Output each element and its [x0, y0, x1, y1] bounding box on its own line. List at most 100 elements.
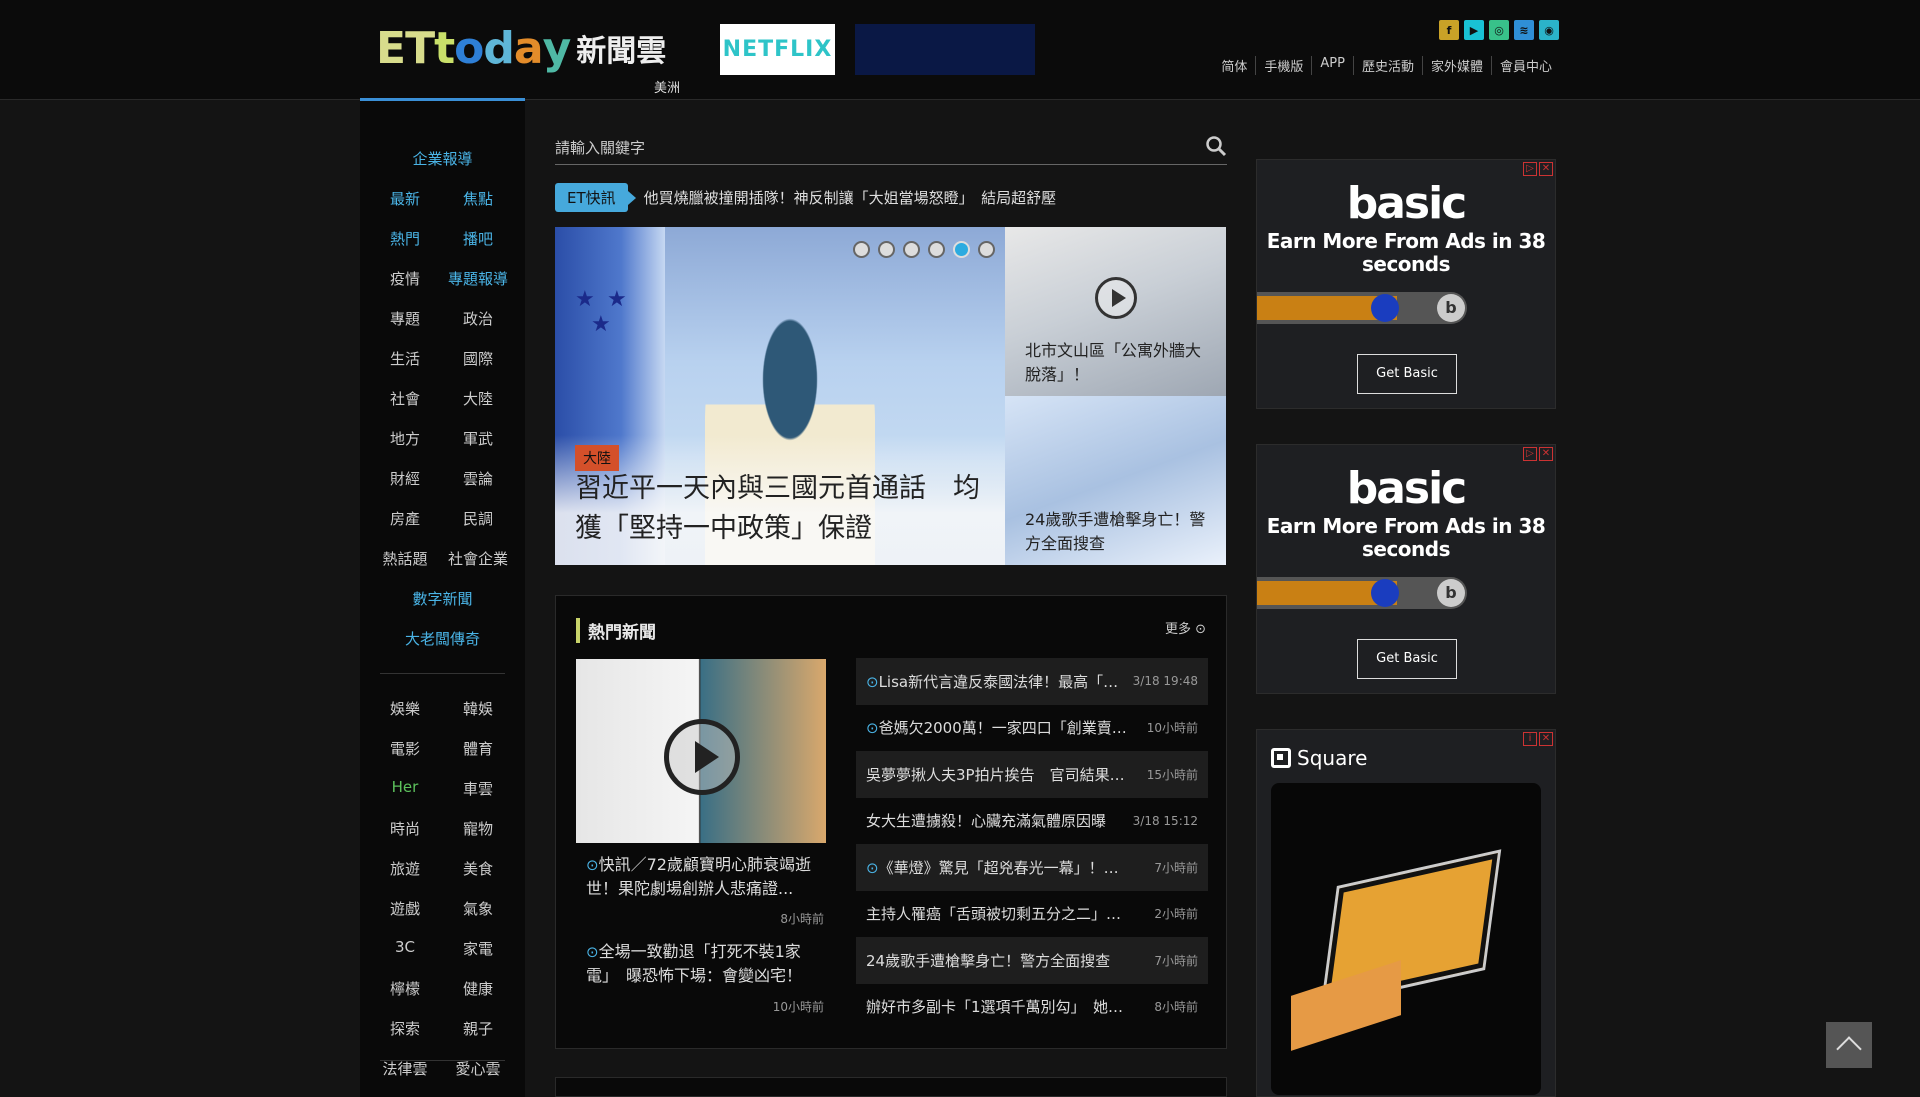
flash-headline[interactable]: 他買燒臘被撞開插隊！神反制讓「大姐當場怒瞪」 結局超舒壓 — [644, 187, 1057, 208]
sidebar-item[interactable]: 軍武 — [428, 428, 528, 449]
sidebar-item[interactable]: 家電 — [428, 938, 528, 959]
hot-left-story-2[interactable]: ⊙全場一致勸退「打死不裝1家電」 曝恐怖下場：會變凶宅！ — [586, 940, 818, 988]
ad-info-icon[interactable]: ▷ — [1523, 162, 1537, 176]
sidebar-item[interactable]: 氣象 — [428, 898, 528, 919]
top-ad-banner[interactable] — [855, 24, 1035, 75]
ad-headline: Earn More From Ads in 38 seconds — [1266, 229, 1546, 276]
sidebar-item[interactable]: 社會企業 — [428, 548, 528, 569]
hero-category-badge[interactable]: 大陸 — [575, 445, 619, 471]
hot-list-item-time: 2小時前 — [1154, 907, 1198, 922]
sidebar-item-corporate[interactable]: 企業報導 — [360, 148, 525, 169]
sidebar-item[interactable]: 民調 — [428, 508, 528, 529]
carousel-dot[interactable] — [928, 241, 945, 258]
back-to-top-button[interactable] — [1826, 1022, 1872, 1068]
hot-list-item-title: ⊙爸媽欠2000萬！一家四口「創業賣… — [866, 717, 1127, 738]
hot-left-story-1[interactable]: ⊙快訊／72歲顧寶明心肺衰竭逝世！果陀劇場創辦人悲痛證... — [586, 853, 818, 901]
square-logo: Square — [1271, 746, 1367, 770]
hot-list-item-title: 主持人罹癌「舌頭被切剩五分之二」… — [866, 903, 1121, 924]
play-circle-icon: ⊙ — [586, 943, 599, 961]
hot-list-item-title: 辦好市多副卡「1選項千萬別勾」 她… — [866, 996, 1123, 1017]
side-story-1-title[interactable]: 北市文山區「公寓外牆大脫落」！ — [1025, 339, 1215, 387]
top-nav: 简体 手機版 APP 歷史活動 家外媒體 會員中心 — [1213, 56, 1560, 75]
hot-list-item-time: 7小時前 — [1154, 953, 1198, 968]
hot-list-item[interactable]: 辦好市多副卡「1選項千萬別勾」 她… 8小時前 — [856, 984, 1208, 1031]
hot-list-item[interactable]: 主持人罹癌「舌頭被切剩五分之二」… 2小時前 — [856, 891, 1208, 938]
nav-member-center[interactable]: 會員中心 — [1490, 56, 1560, 75]
sidebar-item[interactable]: 體育 — [428, 738, 528, 759]
rss-icon[interactable]: ≋ — [1514, 20, 1534, 40]
hot-list-item-time: 8小時前 — [1154, 1000, 1198, 1015]
search-bar[interactable]: 請輸入關鍵字 — [555, 131, 1227, 165]
carousel-dot[interactable] — [903, 241, 920, 258]
sidebar-item[interactable]: 親子 — [428, 1018, 528, 1039]
hot-list-item[interactable]: ⊙《華燈》驚見「超兇春光一幕」！… 7小時前 — [856, 844, 1208, 891]
basic-ad-1[interactable]: ▷ ✕ basic Earn More From Ads in 38 second… — [1256, 159, 1556, 409]
sidebar-item[interactable]: 車雲 — [428, 778, 528, 799]
hero-side-story-1[interactable]: 北市文山區「公寓外牆大脫落」！ — [1005, 227, 1226, 396]
netflix-ad-banner[interactable]: NETFLIX — [720, 24, 835, 75]
hot-list-item[interactable]: 吳夢夢揪人夫3P拍片挨告 官司結果… 15小時前 — [856, 751, 1208, 798]
more-link[interactable]: 更多 ⊙ — [1165, 618, 1206, 637]
sidebar-item-special[interactable]: 數字新聞 — [360, 588, 525, 609]
ad-info-icon[interactable]: i — [1523, 732, 1537, 746]
hot-news-title: 熱門新聞 — [576, 618, 656, 643]
carousel-dot[interactable] — [853, 241, 870, 258]
arrow-circle-icon: ⊙ — [1195, 622, 1206, 637]
hot-video-thumbnail[interactable] — [576, 659, 826, 843]
hot-list-item-time: 3/18 15:12 — [1132, 813, 1198, 828]
weibo-icon[interactable]: ◉ — [1539, 20, 1559, 40]
hero-slide[interactable]: ★ ★ ★ 大陸 習近平一天內與三國元首通話 均獲「堅持一中政策」保證 — [555, 227, 1005, 565]
sidebar-item[interactable]: 美食 — [428, 858, 528, 879]
carousel-dots — [853, 241, 995, 258]
facebook-icon[interactable]: f — [1439, 20, 1459, 40]
search-input[interactable]: 請輸入關鍵字 — [555, 137, 645, 158]
sidebar-item[interactable]: 播吧 — [428, 228, 528, 249]
sidebar-item[interactable]: 國際 — [428, 348, 528, 369]
basic-ad-2[interactable]: ▷ ✕ basic Earn More From Ads in 38 second… — [1256, 444, 1556, 694]
category-sidebar: 企業報導 最新 焦點 熱門 播吧 疫情 專題報導 專題 政治 生活 國際 社會 大陸 地方 軍武 財經 雲論 房產… — [360, 101, 525, 1097]
nav-outdoor-media[interactable]: 家外媒體 — [1421, 56, 1491, 75]
sidebar-item[interactable]: 政治 — [428, 308, 528, 329]
youtube-icon[interactable]: ▶ — [1464, 20, 1484, 40]
star-icon: ★ — [575, 287, 595, 312]
get-basic-button[interactable]: Get Basic — [1357, 354, 1457, 394]
sidebar-item[interactable]: 專題報導 — [428, 268, 528, 289]
sidebar-item[interactable]: 焦點 — [428, 188, 528, 209]
close-icon[interactable]: ✕ — [1539, 732, 1553, 746]
instagram-icon[interactable]: ◎ — [1489, 20, 1509, 40]
hot-list-item[interactable]: ⊙Lisa新代言違反泰國法律！最高「… 3/18 19:48 — [856, 658, 1208, 705]
nav-app[interactable]: APP — [1311, 56, 1353, 75]
hero-title[interactable]: 習近平一天內與三國元首通話 均獲「堅持一中政策」保證 — [575, 469, 995, 549]
side-story-2-title[interactable]: 24歲歌手遭槍擊身亡！警方全面搜查 — [1025, 508, 1215, 556]
hot-list-item-text: 女大生遭擄殺！心臟充滿氣體原因曝 — [866, 812, 1107, 831]
ad-info-icon[interactable]: ▷ — [1523, 447, 1537, 461]
hot-news-list: ⊙Lisa新代言違反泰國法律！最高「… 3/18 19:48 ⊙爸媽欠2000萬！一… — [856, 658, 1208, 1030]
get-basic-button[interactable]: Get Basic — [1357, 639, 1457, 679]
next-section — [555, 1077, 1227, 1097]
square-icon — [1271, 748, 1291, 768]
sidebar-item[interactable]: 寵物 — [428, 818, 528, 839]
sidebar-item-special[interactable]: 大老闆傳奇 — [360, 628, 525, 649]
close-icon[interactable]: ✕ — [1539, 162, 1553, 176]
sidebar-item[interactable]: 大陸 — [428, 388, 528, 409]
hot-list-item[interactable]: 24歲歌手遭槍擊身亡！警方全面搜查 7小時前 — [856, 937, 1208, 984]
square-ad[interactable]: i ✕ Square — [1256, 729, 1556, 1097]
carousel-dot[interactable] — [978, 241, 995, 258]
carousel-dot[interactable] — [878, 241, 895, 258]
close-icon[interactable]: ✕ — [1539, 447, 1553, 461]
carousel-dot[interactable] — [953, 241, 970, 258]
site-logo[interactable]: E Tt o d a y 新聞雲 — [376, 22, 666, 74]
region-label[interactable]: 美洲 — [654, 77, 680, 96]
search-icon[interactable] — [1205, 135, 1227, 157]
sidebar-item[interactable]: 韓娛 — [428, 698, 528, 719]
hot-list-item[interactable]: 女大生遭擄殺！心臟充滿氣體原因曝 3/18 15:12 — [856, 798, 1208, 845]
hero-side-story-2[interactable]: 24歲歌手遭槍擊身亡！警方全面搜查 — [1005, 396, 1226, 565]
nav-history-events[interactable]: 歷史活動 — [1352, 56, 1422, 75]
sidebar-item[interactable]: 健康 — [428, 978, 528, 999]
sidebar-item[interactable]: 愛心雲 — [428, 1058, 528, 1079]
nav-simplified[interactable]: 简体 — [1213, 56, 1255, 75]
hot-list-item[interactable]: ⊙爸媽欠2000萬！一家四口「創業賣… 10小時前 — [856, 705, 1208, 752]
hot-list-item-title: 24歲歌手遭槍擊身亡！警方全面搜查 — [866, 950, 1110, 971]
nav-mobile[interactable]: 手機版 — [1255, 56, 1311, 75]
sidebar-item[interactable]: 雲論 — [428, 468, 528, 489]
